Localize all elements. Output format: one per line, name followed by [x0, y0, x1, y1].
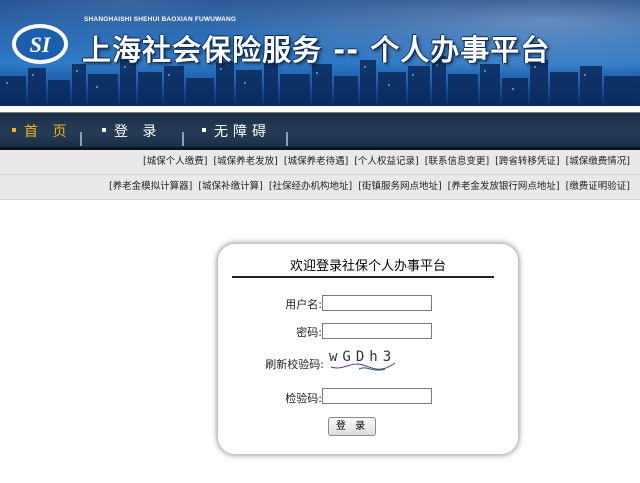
captcha-image[interactable]: wGDh3 — [329, 349, 405, 375]
link-street-service-addresses[interactable]: [街镇服务网点地址] — [358, 181, 441, 192]
link-urban-pension-benefits[interactable]: [城保养老待遇] — [284, 156, 348, 167]
verify-code-label: 检验码: — [285, 392, 322, 405]
captcha-noise — [330, 362, 396, 371]
nav-divider — [80, 132, 82, 146]
login-panel: 欢迎登录社保个人办事平台 用户名: 密码: 刷新校验码: wGDh3 检验码: … — [217, 243, 519, 455]
username-label: 用户名: — [285, 298, 322, 311]
link-contact-info-change[interactable]: [联系信息变更] — [425, 156, 489, 167]
link-pension-bank-addresses[interactable]: [养老金发放银行网点地址] — [448, 181, 560, 192]
svg-text:SI: SI — [30, 32, 52, 57]
quick-links-list: [城保个人缴费] [城保养老发放] [城保养老待遇] [个人权益记录] [联系信息变更]… — [137, 150, 630, 174]
nav-login-label: 登 录 — [114, 124, 162, 140]
main-nav: 首 页 登 录 无障碍 — [0, 106, 640, 150]
link-agency-addresses[interactable]: [社保经办机构地址] — [269, 181, 352, 192]
link-urban-personal-payment[interactable]: [城保个人缴费] — [143, 156, 207, 167]
link-urban-pension-issuance[interactable]: [城保养老发放] — [213, 156, 277, 167]
password-label: 密码: — [296, 326, 322, 339]
quick-links-row-2: [养老金模拟计算器] [城保补缴计算] [社保经办机构地址] [街镇服务网点地址] [养… — [0, 175, 640, 200]
site-pinyin: SHANGHAISHI SHEHUI BAOXIAN FUWUWANG — [84, 16, 237, 23]
nav-accessibility-label: 无障碍 — [214, 124, 271, 140]
link-urban-payment-status[interactable]: [城保缴费情况] — [566, 156, 630, 167]
username-input[interactable] — [322, 295, 432, 311]
link-personal-rights-record[interactable]: [个人权益记录] — [354, 156, 418, 167]
password-input[interactable] — [322, 323, 432, 339]
quick-links-list: [养老金模拟计算器] [城保补缴计算] [社保经办机构地址] [街镇服务网点地址] [养… — [103, 175, 630, 199]
nav-divider — [286, 132, 288, 146]
nav-bullet-icon — [202, 128, 206, 132]
nav-login[interactable]: 登 录 — [102, 120, 161, 144]
nav-accessibility[interactable]: 无障碍 — [202, 120, 271, 144]
heading-divider — [232, 276, 494, 278]
link-payment-proof-verify[interactable]: [缴费证明验证] — [566, 181, 630, 192]
link-pension-calculator[interactable]: [养老金模拟计算器] — [109, 181, 192, 192]
link-cross-province-transfer[interactable]: [跨省转移凭证] — [495, 156, 559, 167]
nav-bullet-icon — [102, 128, 106, 132]
link-back-payment-calc[interactable]: [城保补缴计算] — [198, 181, 262, 192]
nav-home[interactable]: 首 页 — [12, 120, 71, 144]
login-submit-button[interactable]: 登 录 — [328, 417, 376, 436]
quick-links-row-1: [城保个人缴费] [城保养老发放] [城保养老待遇] [个人权益记录] [联系信息变更]… — [0, 150, 640, 175]
header-banner: SI SHANGHAISHI SHEHUI BAOXIAN FUWUWANG 上… — [0, 0, 640, 106]
nav-divider — [182, 132, 184, 146]
si-logo: SI — [12, 24, 68, 64]
verify-code-input[interactable] — [322, 388, 432, 404]
nav-home-label: 首 页 — [24, 124, 72, 140]
site-title: 上海社会保险服务 -- 个人办事平台 — [82, 33, 551, 67]
login-heading: 欢迎登录社保个人办事平台 — [289, 259, 446, 274]
nav-bullet-icon — [12, 128, 16, 132]
refresh-captcha-link[interactable]: 刷新校验码: — [250, 356, 324, 372]
